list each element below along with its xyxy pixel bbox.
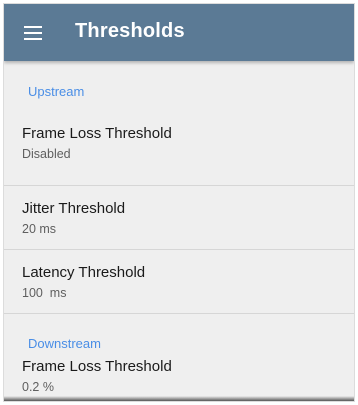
item-title: Frame Loss Threshold bbox=[22, 125, 172, 142]
item-value: 100 ms bbox=[22, 286, 67, 300]
hamburger-menu-icon[interactable] bbox=[24, 26, 42, 40]
section-label: Downstream bbox=[28, 336, 101, 351]
app-bar: Thresholds bbox=[4, 4, 354, 61]
item-title: Jitter Threshold bbox=[22, 200, 126, 217]
section-header-downstream: Downstream bbox=[4, 314, 354, 356]
item-value: Disabled bbox=[22, 147, 71, 161]
item-title: Latency Threshold bbox=[22, 264, 146, 281]
item-value: 0.2 % bbox=[22, 380, 54, 394]
upstream-latency-threshold[interactable]: Latency Threshold 100 ms bbox=[4, 250, 354, 314]
page-title: Thresholds bbox=[75, 20, 185, 42]
settings-list: Upstream Frame Loss Threshold Disabled J… bbox=[4, 61, 354, 401]
thresholds-screen: Thresholds Upstream Frame Loss Threshold… bbox=[4, 4, 354, 401]
section-label: Upstream bbox=[28, 84, 85, 99]
upstream-frame-loss-threshold[interactable]: Frame Loss Threshold Disabled bbox=[4, 103, 354, 186]
downstream-frame-loss-threshold[interactable]: Frame Loss Threshold 0.2 % bbox=[4, 356, 354, 401]
bottom-edge-shadow bbox=[4, 396, 354, 401]
section-header-upstream: Upstream bbox=[4, 61, 354, 103]
item-value: 20 ms bbox=[22, 222, 57, 236]
upstream-jitter-threshold[interactable]: Jitter Threshold 20 ms bbox=[4, 186, 354, 250]
item-title: Frame Loss Threshold bbox=[22, 358, 172, 375]
